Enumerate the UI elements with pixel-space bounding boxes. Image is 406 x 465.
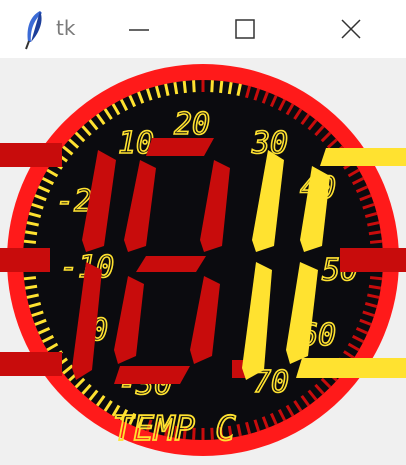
segment [146, 138, 214, 156]
tick-mark [368, 284, 382, 290]
tick-mark [24, 230, 38, 236]
tick-mark [182, 80, 187, 94]
window-title: tk [56, 16, 76, 40]
maximize-icon [235, 19, 255, 39]
minimize-icon [129, 29, 149, 31]
segment [320, 148, 406, 166]
segment [296, 358, 406, 378]
gauge-widget: 10 20 30 40 50 60 70 -30 -20 -10 0 [0, 64, 406, 456]
title-bar: tk [0, 0, 406, 58]
tick-mark [23, 276, 37, 281]
tick-mark [23, 239, 37, 244]
tick-mark [227, 81, 233, 95]
tick-mark [173, 81, 179, 95]
tick-mark [210, 80, 214, 93]
side-bar [0, 248, 50, 272]
tick-mark [369, 239, 383, 244]
side-bar [0, 352, 62, 376]
tick-mark [369, 276, 383, 281]
gauge-unit-label: TEMP C [113, 409, 236, 449]
minimize-button[interactable] [104, 0, 174, 58]
feather-icon [25, 11, 42, 50]
tick-mark [192, 80, 196, 93]
tick-mark [24, 284, 38, 290]
tick-mark [219, 80, 224, 94]
segment [136, 256, 206, 272]
maximize-button[interactable] [210, 0, 280, 58]
side-bar [340, 248, 406, 272]
segment [114, 366, 190, 384]
close-button[interactable] [316, 0, 386, 58]
scale-label-20: 20 [174, 107, 210, 142]
close-icon [341, 19, 361, 39]
gauge-canvas: 10 20 30 40 50 60 70 -30 -20 -10 0 [0, 58, 406, 465]
side-bar [0, 143, 62, 167]
tick-mark [368, 230, 382, 236]
